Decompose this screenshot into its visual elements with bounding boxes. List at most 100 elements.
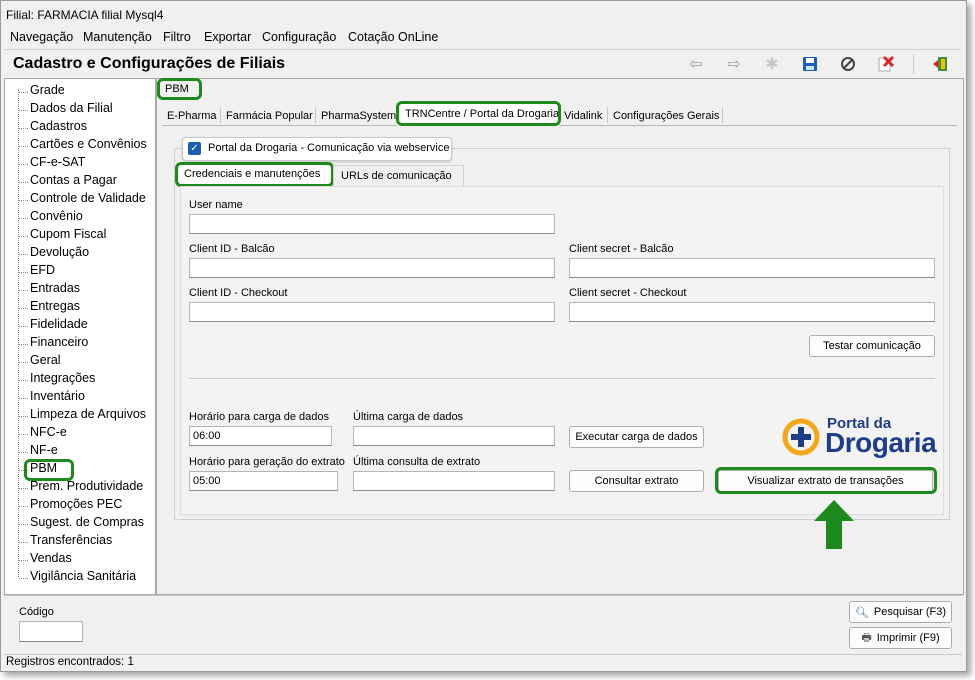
horario-carga-label: Horário para carga de dados <box>189 411 330 423</box>
client-id-balcao-label: Client ID - Balcão <box>189 243 275 255</box>
tree-connector <box>19 308 28 309</box>
sidebar-item[interactable]: NFC-e <box>30 425 67 439</box>
sidebar-item[interactable]: Devolução <box>30 245 89 259</box>
horario-extrato-input[interactable]: 05:00 <box>189 471 338 491</box>
sidebar-item[interactable]: Limpeza de Arquivos <box>30 407 146 421</box>
arrow-right-icon[interactable]: ⇨ <box>723 54 745 74</box>
printer-icon: 🖶 <box>861 631 872 644</box>
tab-configuracoes-gerais[interactable]: Configurações Gerais <box>613 110 719 122</box>
highlight-box <box>175 162 334 187</box>
menu-configuracao[interactable]: Configuração <box>262 30 336 44</box>
sidebar-item[interactable]: Cadastros <box>30 119 87 133</box>
window-title: Filial: FARMACIA filial Mysql4 <box>6 8 164 22</box>
client-id-checkout-input[interactable] <box>189 302 555 322</box>
sidebar-item[interactable]: Controle de Validade <box>30 191 146 205</box>
menu-exportar[interactable]: Exportar <box>204 30 251 44</box>
sidebar-item[interactable]: Fidelidade <box>30 317 88 331</box>
tab-vidalink[interactable]: Vidalink <box>564 110 602 122</box>
sidebar-item[interactable]: Entregas <box>30 299 80 313</box>
checkbox-checked-icon[interactable]: ✓ <box>188 142 201 155</box>
sidebar-item[interactable]: CF-e-SAT <box>30 155 85 169</box>
pesquisar-button[interactable]: 🔍︎ Pesquisar (F3) <box>849 601 952 623</box>
imprimir-button[interactable]: 🖶 Imprimir (F9) <box>849 627 952 649</box>
sidebar-item[interactable]: Financeiro <box>30 335 88 349</box>
records-found-text: Registros encontrados: 1 <box>6 656 134 668</box>
tree-connector <box>19 416 28 417</box>
ultima-carga-input[interactable] <box>353 426 555 446</box>
tree-connector <box>19 290 28 291</box>
application-window: Filial: FARMACIA filial Mysql4 Navegação… <box>0 0 967 672</box>
client-id-checkout-label: Client ID - Checkout <box>189 287 288 299</box>
sidebar-item[interactable]: Promoções PEC <box>30 497 122 511</box>
executar-carga-button[interactable]: Executar carga de dados <box>569 426 704 448</box>
ultima-consulta-input[interactable] <box>353 471 555 491</box>
delete-icon[interactable] <box>875 54 897 74</box>
sidebar-item[interactable]: Dados da Filial <box>30 101 113 115</box>
testar-comunicacao-button[interactable]: Testar comunicação <box>809 335 935 357</box>
portal-drogaria-logo: Portal da Drogaria <box>781 415 937 459</box>
arrow-up-icon <box>814 500 854 549</box>
sidebar-item[interactable]: Cartões e Convênios <box>30 137 147 151</box>
tree-connector <box>19 362 28 363</box>
sidebar-item[interactable]: Transferências <box>30 533 112 547</box>
user-name-label: User name <box>189 199 243 211</box>
sidebar-item[interactable]: Entradas <box>30 281 80 295</box>
sidebar-item[interactable]: Vigilância Sanitária <box>30 569 136 583</box>
client-secret-checkout-label: Client secret - Checkout <box>569 287 687 299</box>
client-secret-checkout-input[interactable] <box>569 302 935 322</box>
new-record-icon[interactable]: ✱ <box>761 54 783 74</box>
ultima-carga-label: Última carga de dados <box>353 411 464 423</box>
sidebar-item[interactable]: Vendas <box>30 551 72 565</box>
subtab-urls[interactable]: URLs de comunicação <box>341 170 452 182</box>
checkbox-label[interactable]: Portal da Drogaria - Comunicação via web… <box>208 142 450 154</box>
tree-connector <box>19 344 28 345</box>
sidebar-item[interactable]: Prem. Produtividade <box>30 479 143 493</box>
form-header: Cadastro e Configurações de Filiais ⇦ ⇨ … <box>4 49 961 79</box>
sidebar-item[interactable]: NF-e <box>30 443 58 457</box>
save-icon[interactable] <box>799 54 821 74</box>
sidebar-item[interactable]: Contas a Pagar <box>30 173 117 187</box>
sidebar-item[interactable]: Integrações <box>30 371 95 385</box>
sidebar-item[interactable]: Inventário <box>30 389 85 403</box>
menu-filtro[interactable]: Filtro <box>163 30 191 44</box>
imprimir-label: Imprimir (F9) <box>876 632 940 644</box>
tree-connector <box>19 560 28 561</box>
highlight-box <box>24 459 74 481</box>
highlight-box <box>715 467 937 494</box>
menu-navegacao[interactable]: Navegação <box>10 30 73 44</box>
user-name-input[interactable] <box>189 214 555 234</box>
tree-connector <box>19 272 28 273</box>
arrow-left-icon[interactable]: ⇦ <box>685 54 707 74</box>
codigo-input[interactable] <box>19 621 83 642</box>
tab-pharmasystem[interactable]: PharmaSystem <box>321 110 396 122</box>
tree-connector <box>19 146 28 147</box>
tree-connector <box>19 110 28 111</box>
plus-logo-icon <box>782 418 820 456</box>
codigo-label: Código <box>19 606 54 618</box>
horario-carga-input[interactable]: 06:00 <box>189 426 332 446</box>
client-secret-balcao-label: Client secret - Balcão <box>569 243 674 255</box>
sidebar-item[interactable]: Cupom Fiscal <box>30 227 106 241</box>
exit-icon[interactable] <box>930 54 952 74</box>
sidebar-tree: Grade Dados da Filial Cadastros Cartões e C… <box>4 78 156 595</box>
checkbox-container: ✓ Portal da Drogaria - Comunicação via w… <box>182 137 452 161</box>
tree-connector <box>19 542 28 543</box>
client-id-balcao-input[interactable] <box>189 258 555 278</box>
tab-e-pharma[interactable]: E-Pharma <box>167 110 217 122</box>
sidebar-item[interactable]: Convênio <box>30 209 83 223</box>
horario-extrato-label: Horário para geração do extrato <box>189 456 345 468</box>
tree-connector <box>19 218 28 219</box>
sidebar-item[interactable]: Sugest. de Compras <box>30 515 144 529</box>
client-secret-balcao-input[interactable] <box>569 258 935 278</box>
sidebar-item[interactable]: EFD <box>30 263 55 277</box>
tree-connector <box>19 434 28 435</box>
tab-farmacia-popular[interactable]: Farmácia Popular <box>226 110 313 122</box>
sidebar-item[interactable]: Geral <box>30 353 61 367</box>
cancel-icon[interactable] <box>837 54 859 74</box>
bottom-panel: Código 🔍︎ Pesquisar (F3) 🖶 Imprimir (F9) <box>4 595 962 654</box>
menu-cotacao-online[interactable]: Cotação OnLine <box>348 30 438 44</box>
consultar-extrato-button[interactable]: Consultar extrato <box>569 470 704 492</box>
menu-manutencao[interactable]: Manutenção <box>83 30 152 44</box>
toolbar-separator <box>913 54 914 74</box>
sidebar-item[interactable]: Grade <box>30 83 65 97</box>
